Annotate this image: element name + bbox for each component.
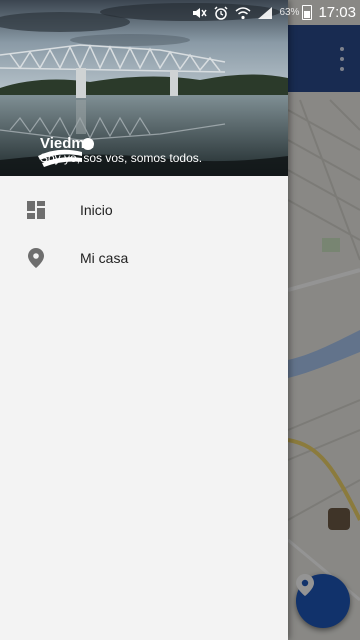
viedma-logo-icon bbox=[38, 138, 94, 167]
drawer-item-inicio[interactable]: Inicio bbox=[0, 186, 288, 234]
battery-icon bbox=[302, 5, 313, 20]
signal-icon bbox=[258, 6, 273, 19]
screen: 63% 17:03 Viedma Soy yo, sos vos, somos … bbox=[0, 0, 360, 640]
drawer-item-label: Mi casa bbox=[80, 250, 129, 266]
brand-lockup: Viedma Soy yo, sos vos, somos todos. bbox=[38, 136, 202, 167]
alarm-icon bbox=[214, 5, 228, 20]
mute-icon bbox=[193, 7, 208, 18]
drawer-item-label: Inicio bbox=[80, 202, 113, 218]
drawer-menu: Inicio Mi casa bbox=[0, 186, 288, 282]
status-bar: 63% 17:03 bbox=[0, 0, 360, 25]
drawer-item-mi-casa[interactable]: Mi casa bbox=[0, 234, 288, 282]
location-pin-icon bbox=[25, 247, 47, 269]
dashboard-icon bbox=[25, 199, 47, 221]
navigation-drawer: Viedma Soy yo, sos vos, somos todos. Ini… bbox=[0, 0, 288, 640]
wifi-icon bbox=[235, 6, 251, 19]
drawer-header: Viedma Soy yo, sos vos, somos todos. bbox=[0, 0, 288, 176]
clock-time: 17:03 bbox=[318, 4, 356, 21]
battery-percent: 63% bbox=[279, 7, 300, 18]
